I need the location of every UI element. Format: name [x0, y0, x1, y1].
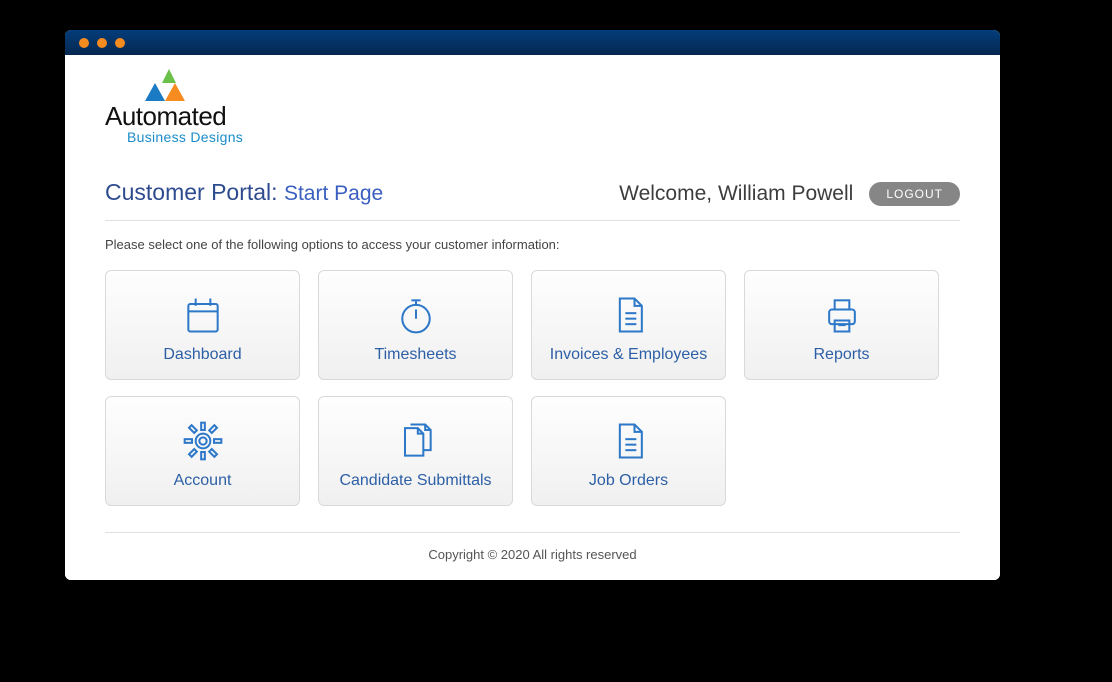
calendar-icon [181, 292, 225, 338]
tile-account[interactable]: Account [105, 396, 300, 506]
window-minimize-dot[interactable] [97, 38, 107, 48]
welcome-prefix: Welcome, [619, 182, 712, 205]
tile-label: Candidate Submittals [339, 472, 491, 490]
logo: Automated Business Designs [105, 69, 270, 145]
document-icon [607, 418, 651, 464]
document-icon [607, 292, 651, 338]
printer-icon [820, 292, 864, 338]
logout-button[interactable]: LOGOUT [869, 182, 960, 206]
tile-label: Dashboard [163, 346, 241, 364]
tile-job-orders[interactable]: Job Orders [531, 396, 726, 506]
tile-label: Timesheets [374, 346, 456, 364]
logo-text-main: Automated [105, 103, 226, 129]
tile-label: Job Orders [589, 472, 668, 490]
documents-icon [394, 418, 438, 464]
gear-icon [181, 418, 225, 464]
tile-label: Invoices & Employees [550, 346, 707, 364]
footer-text: Copyright © 2020 All rights reserved [105, 547, 960, 562]
user-name: William Powell [718, 182, 853, 205]
logo-text-sub: Business Designs [127, 129, 243, 145]
header-right: Welcome, William Powell LOGOUT [619, 182, 960, 206]
tile-invoices-employees[interactable]: Invoices & Employees [531, 270, 726, 380]
browser-window: Automated Business Designs Customer Port… [65, 30, 1000, 580]
browser-title-bar [65, 30, 1000, 55]
page-content: Automated Business Designs Customer Port… [65, 55, 1000, 580]
window-close-dot[interactable] [79, 38, 89, 48]
stopwatch-icon [394, 292, 438, 338]
welcome-text: Welcome, William Powell [619, 182, 853, 206]
page-header: Customer Portal: Start Page Welcome, Wil… [105, 179, 960, 221]
tile-label: Reports [813, 346, 869, 364]
page-title-prefix: Customer Portal: [105, 179, 278, 205]
instruction-text: Please select one of the following optio… [105, 237, 960, 252]
window-maximize-dot[interactable] [115, 38, 125, 48]
tile-candidate-submittals[interactable]: Candidate Submittals [318, 396, 513, 506]
page-title: Customer Portal: Start Page [105, 179, 383, 206]
page-title-page: Start Page [284, 182, 383, 205]
logo-icon [145, 69, 193, 101]
tile-dashboard[interactable]: Dashboard [105, 270, 300, 380]
tile-timesheets[interactable]: Timesheets [318, 270, 513, 380]
tile-label: Account [174, 472, 232, 490]
tile-reports[interactable]: Reports [744, 270, 939, 380]
tile-grid: Dashboard Timesheets [105, 270, 960, 533]
